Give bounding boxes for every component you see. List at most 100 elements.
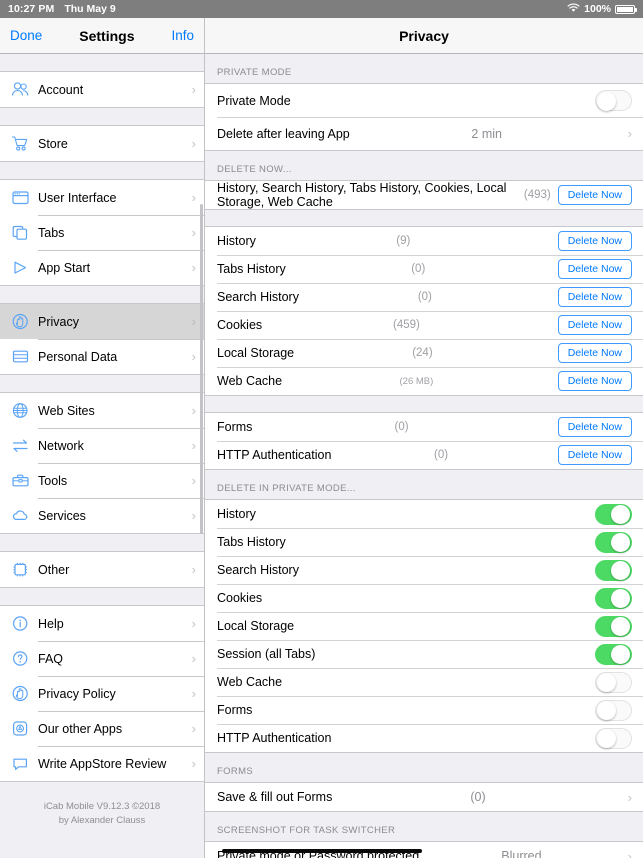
sidebar-item-label: App Start: [38, 260, 91, 275]
row-label: Search History: [217, 290, 299, 304]
delete-now-button[interactable]: Delete Now: [557, 184, 632, 206]
group-private-mode: Private Mode Delete after leaving App 2 …: [205, 83, 643, 151]
row-delete-all[interactable]: History, Search History, Tabs History, C…: [205, 181, 643, 209]
row-count: (26 MB): [399, 375, 434, 387]
group-delete-in-private-mode: History Tabs History Search History Cook…: [205, 499, 643, 753]
row-delete-history[interactable]: History (9) Delete Now: [205, 227, 643, 255]
row-delete-search-history[interactable]: Search History (0) Delete Now: [205, 283, 643, 311]
private-history-toggle[interactable]: [595, 503, 632, 525]
chevron-right-icon: ›: [191, 349, 196, 364]
sidebar-item-label: FAQ: [38, 651, 64, 666]
sidebar-item-tools[interactable]: Tools ›: [0, 463, 204, 498]
row-label: Save & fill out Forms: [217, 790, 333, 804]
sidebar-item-write-appstore-review[interactable]: Write AppStore Review ›: [0, 746, 204, 781]
row-private-history[interactable]: History: [205, 500, 643, 528]
row-delete-web-cache[interactable]: Web Cache (26 MB) Delete Now: [205, 367, 643, 395]
row-private-session[interactable]: Session (all Tabs): [205, 640, 643, 668]
delete-now-button[interactable]: Delete Now: [557, 314, 632, 336]
sidebar-item-network[interactable]: Network ›: [0, 428, 204, 463]
row-save-fill-out-forms[interactable]: Save & fill out Forms (0) ›: [205, 783, 643, 811]
sidebar-item-our-other-apps[interactable]: Our other Apps ›: [0, 711, 204, 746]
privacy-hand-icon: [11, 313, 38, 330]
row-count: (0): [434, 449, 449, 461]
sidebar-item-privacy-policy[interactable]: Privacy Policy ›: [0, 676, 204, 711]
row-private-mode[interactable]: Private Mode: [205, 84, 643, 117]
account-people-icon: [11, 81, 38, 98]
private-http-authentication-toggle[interactable]: [595, 727, 632, 749]
private-forms-toggle[interactable]: [595, 699, 632, 721]
sidebar-group-other: Other ›: [0, 551, 204, 588]
private-local-storage-toggle[interactable]: [595, 615, 632, 637]
chevron-right-icon: ›: [191, 473, 196, 488]
private-search-history-toggle[interactable]: [595, 559, 632, 581]
row-count: (9): [396, 235, 411, 247]
delete-now-button[interactable]: Delete Now: [557, 444, 632, 466]
private-web-cache-toggle[interactable]: [595, 671, 632, 693]
sidebar-item-user-interface[interactable]: User Interface ›: [0, 180, 204, 215]
row-private-http-authentication[interactable]: HTTP Authentication: [205, 724, 643, 752]
sidebar-item-faq[interactable]: FAQ ›: [0, 641, 204, 676]
done-button[interactable]: Done: [10, 28, 42, 43]
row-private-web-cache[interactable]: Web Cache: [205, 668, 643, 696]
chevron-right-icon: ›: [191, 438, 196, 453]
row-private-search-history[interactable]: Search History: [205, 556, 643, 584]
network-arrows-icon: [11, 437, 38, 454]
sidebar-item-label: Personal Data: [38, 349, 118, 364]
row-label: Cookies: [217, 318, 263, 332]
row-private-forms[interactable]: Forms: [205, 696, 643, 724]
section-header-forms: FORMS: [217, 766, 254, 777]
wifi-icon: [567, 3, 580, 16]
chevron-right-icon: ›: [191, 190, 196, 205]
row-private-local-storage[interactable]: Local Storage: [205, 612, 643, 640]
sidebar-item-store[interactable]: Store ›: [0, 126, 204, 161]
row-delete-http-authentication[interactable]: HTTP Authentication (0) Delete Now: [205, 441, 643, 469]
private-mode-toggle[interactable]: [595, 90, 632, 111]
private-session-toggle[interactable]: [595, 643, 632, 665]
delete-now-button[interactable]: Delete Now: [557, 230, 632, 252]
row-label: Delete after leaving App: [217, 126, 350, 141]
delete-now-button[interactable]: Delete Now: [557, 258, 632, 280]
sidebar-item-tabs[interactable]: Tabs ›: [0, 215, 204, 250]
row-label: Cookies: [217, 591, 263, 605]
private-tabs-history-toggle[interactable]: [595, 531, 632, 553]
sidebar-item-privacy[interactable]: Privacy ›: [0, 304, 204, 339]
sidebar-item-services[interactable]: Services ›: [0, 498, 204, 533]
row-label: Local Storage: [217, 346, 295, 360]
sidebar-item-label: Write AppStore Review: [38, 756, 167, 771]
sidebar-item-web-sites[interactable]: Web Sites ›: [0, 393, 204, 428]
sidebar-group-store: Store ›: [0, 125, 204, 162]
private-cookies-toggle[interactable]: [595, 587, 632, 609]
info-button[interactable]: Info: [171, 28, 194, 43]
sidebar-item-other[interactable]: Other ›: [0, 552, 204, 587]
chevron-right-icon: ›: [191, 651, 196, 666]
sidebar-item-label: Help: [38, 616, 64, 631]
sidebar-item-label: Tabs: [38, 225, 65, 240]
row-delete-forms[interactable]: Forms (0) Delete Now: [205, 413, 643, 441]
row-label: Search History: [217, 563, 299, 577]
sidebar-scrollbar[interactable]: [200, 204, 203, 534]
row-private-tabs-history[interactable]: Tabs History: [205, 528, 643, 556]
battery-percent: 100%: [584, 3, 611, 15]
sidebar-navigation-bar: Done Settings Info: [0, 18, 205, 54]
row-delete-tabs-history[interactable]: Tabs History (0) Delete Now: [205, 255, 643, 283]
row-delete-after-leaving-app[interactable]: Delete after leaving App 2 min ›: [205, 117, 643, 150]
row-delete-local-storage[interactable]: Local Storage (24) Delete Now: [205, 339, 643, 367]
chevron-right-icon: ›: [191, 721, 196, 736]
section-header-private-mode: PRIVATE MODE: [217, 67, 292, 78]
sidebar-item-account[interactable]: Account ›: [0, 72, 204, 107]
delete-now-button[interactable]: Delete Now: [557, 416, 632, 438]
sidebar-item-personal-data[interactable]: Personal Data ›: [0, 339, 204, 374]
delete-now-button[interactable]: Delete Now: [557, 286, 632, 308]
row-private-cookies[interactable]: Cookies: [205, 584, 643, 612]
delete-now-button[interactable]: Delete Now: [557, 370, 632, 392]
row-delete-cookies[interactable]: Cookies (459) Delete Now: [205, 311, 643, 339]
sidebar-item-help[interactable]: Help ›: [0, 606, 204, 641]
settings-title: Settings: [79, 27, 135, 44]
delete-now-button[interactable]: Delete Now: [557, 342, 632, 364]
tools-toolbox-icon: [11, 472, 38, 489]
sidebar-item-app-start[interactable]: App Start ›: [0, 250, 204, 285]
